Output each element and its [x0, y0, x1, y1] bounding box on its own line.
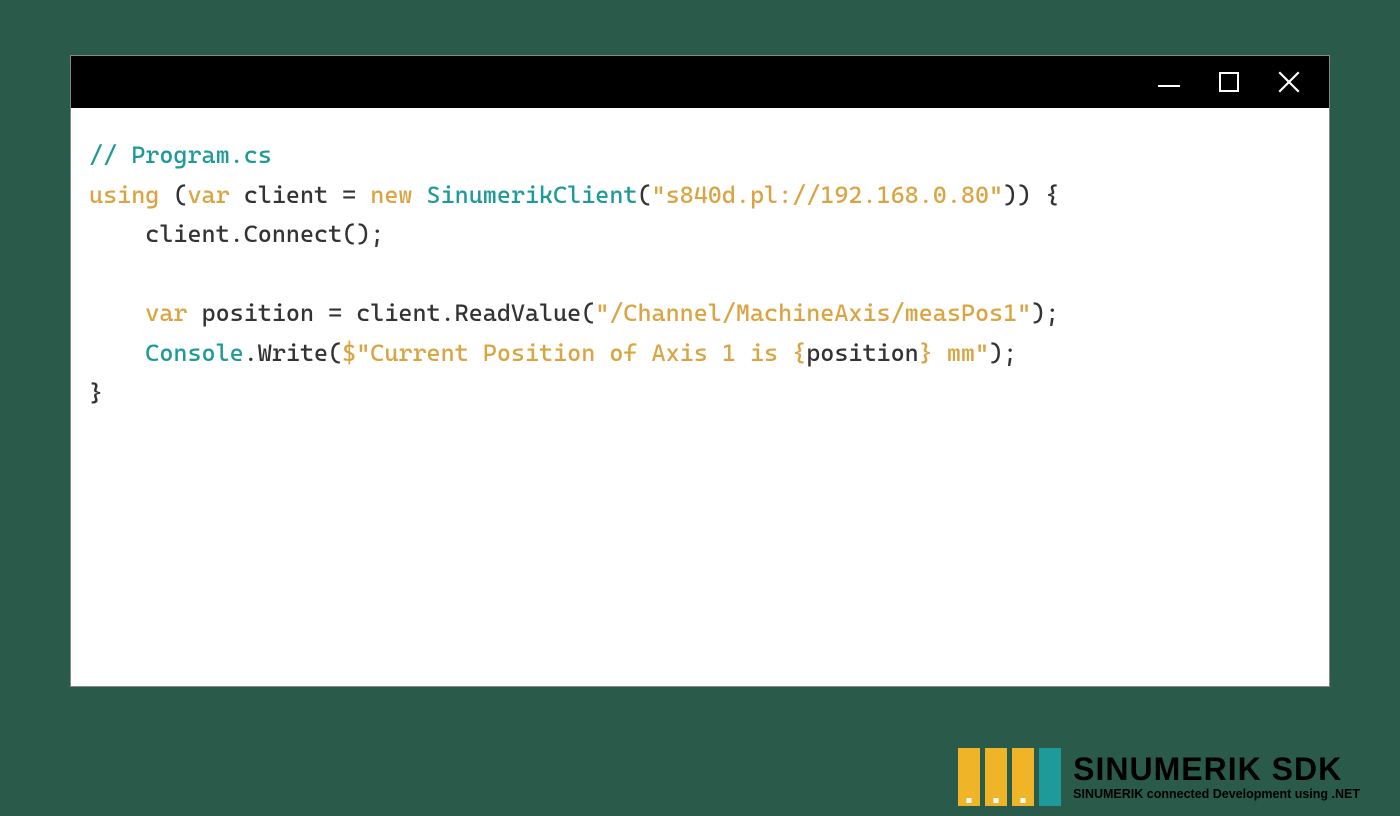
titlebar	[71, 56, 1329, 108]
logo-bars-icon	[958, 748, 1061, 806]
logo-title: SINUMERIK SDK	[1073, 753, 1360, 785]
maximize-button[interactable]	[1199, 56, 1259, 108]
logo-text: SINUMERIK SDK SINUMERIK connected Develo…	[1073, 753, 1360, 801]
console-window: // Program.csusing (var client = new Sin…	[70, 55, 1330, 687]
sinumerik-sdk-logo: SINUMERIK SDK SINUMERIK connected Develo…	[958, 748, 1360, 806]
logo-subtitle: SINUMERIK connected Development using .N…	[1073, 787, 1360, 801]
close-button[interactable]	[1259, 56, 1319, 108]
maximize-icon	[1219, 72, 1239, 92]
logo-title-strong: SINUMERIK	[1073, 751, 1262, 787]
code-area: // Program.csusing (var client = new Sin…	[71, 108, 1329, 441]
minimize-button[interactable]	[1139, 56, 1199, 108]
close-icon	[1276, 69, 1302, 95]
logo-title-light: SDK	[1262, 751, 1342, 787]
minimize-icon	[1158, 85, 1180, 87]
